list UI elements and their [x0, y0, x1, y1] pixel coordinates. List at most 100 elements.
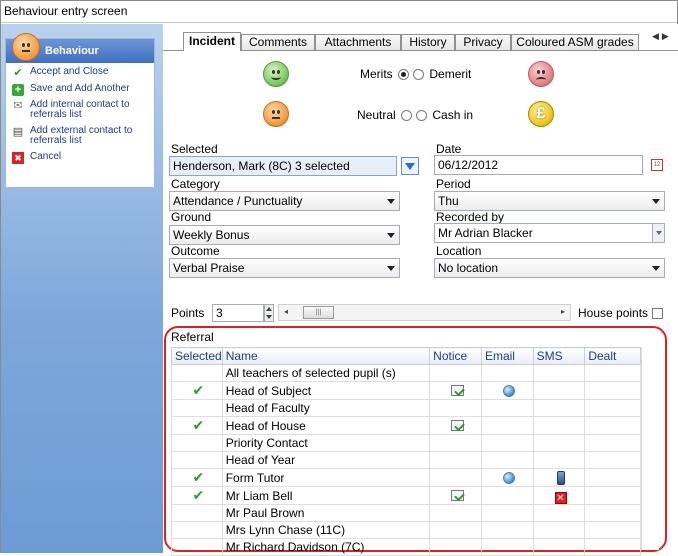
demerit-radio[interactable] [413, 69, 425, 80]
tab-incident[interactable]: Incident [183, 32, 241, 51]
row-selected-cell[interactable]: ✔ [171, 381, 223, 400]
row-selected-cell[interactable] [171, 451, 223, 469]
merits-radio[interactable] [398, 69, 410, 80]
location-select[interactable]: No location [434, 258, 665, 278]
row-email[interactable] [480, 504, 534, 522]
row-sms[interactable] [532, 451, 586, 469]
notice-envelope-icon[interactable] [450, 489, 464, 501]
tab-comments[interactable]: Comments [241, 34, 315, 50]
row-selected-cell[interactable]: ✔ [171, 416, 223, 435]
row-notice[interactable] [429, 521, 482, 539]
row-dealt[interactable] [584, 521, 641, 539]
row-sms[interactable] [532, 504, 586, 522]
row-sms[interactable] [532, 381, 586, 400]
column-header-dealt[interactable]: Dealt [584, 347, 641, 365]
row-notice[interactable] [429, 399, 482, 417]
row-notice[interactable] [429, 364, 482, 382]
ground-select[interactable]: Weekly Bonus [169, 225, 400, 245]
scroll-thumb[interactable]: ||| [303, 306, 334, 319]
row-selected-cell[interactable]: ✔ [171, 468, 223, 487]
row-notice[interactable] [429, 504, 482, 522]
referral-row[interactable]: Head of Year [171, 451, 641, 469]
row-notice[interactable] [429, 381, 482, 400]
sms-failed-icon[interactable]: ✕ [554, 491, 567, 504]
select-pupils-button[interactable] [401, 157, 419, 175]
row-email[interactable] [480, 364, 534, 382]
row-sms[interactable] [532, 434, 586, 452]
row-dealt[interactable] [584, 504, 641, 522]
tab-privacy[interactable]: Privacy [455, 34, 511, 50]
row-dealt[interactable] [584, 381, 641, 400]
row-dealt[interactable] [584, 364, 641, 382]
row-notice[interactable] [429, 416, 482, 435]
row-email[interactable] [480, 468, 534, 487]
row-email[interactable] [480, 434, 534, 452]
cash-in-radio[interactable] [416, 110, 428, 121]
row-sms[interactable]: ✕ [532, 486, 586, 505]
row-selected-cell[interactable] [171, 521, 223, 539]
referral-row[interactable]: Head of Faculty [171, 399, 641, 417]
row-email[interactable] [480, 521, 534, 539]
row-sms[interactable] [532, 399, 586, 417]
tab-coloured-asm-grades[interactable]: Coloured ASM grades [511, 34, 639, 50]
row-sms[interactable] [532, 521, 586, 539]
column-header-sms[interactable]: SMS [532, 347, 586, 365]
calendar-icon[interactable]: 12 [651, 159, 663, 171]
row-selected-cell[interactable] [171, 504, 223, 522]
row-dealt[interactable] [584, 486, 641, 505]
row-notice[interactable] [429, 434, 482, 452]
column-header-email[interactable]: Email [480, 347, 534, 365]
row-dealt[interactable] [584, 451, 641, 469]
notice-envelope-icon[interactable] [450, 384, 464, 396]
scroll-right-icon[interactable]: ▸ [561, 307, 565, 316]
row-email[interactable] [480, 486, 534, 505]
category-select[interactable]: Attendance / Punctuality [169, 191, 400, 211]
points-stepper[interactable] [264, 304, 274, 322]
period-select[interactable]: Thu [434, 191, 665, 211]
tab-scroll-arrows[interactable]: ◀▶ [652, 31, 672, 42]
referral-row[interactable]: All teachers of selected pupil (s) [171, 364, 641, 382]
row-email[interactable] [480, 381, 534, 400]
tab-history[interactable]: History [401, 34, 455, 50]
row-selected-cell[interactable]: ✔ [171, 486, 223, 505]
date-input[interactable]: 06/12/2012 [434, 155, 643, 175]
referral-row[interactable]: ✔ Mr Liam Bell ✕ [171, 486, 641, 505]
row-notice[interactable] [429, 486, 482, 505]
referral-row[interactable]: Priority Contact [171, 434, 641, 452]
row-dealt[interactable] [584, 416, 641, 435]
points-scrollbar[interactable]: ◂ ||| ▸ [278, 304, 571, 321]
points-input[interactable]: 3 [212, 304, 264, 322]
scroll-left-icon[interactable]: ◂ [284, 307, 288, 316]
notice-envelope-icon[interactable] [450, 419, 464, 431]
row-selected-cell[interactable] [171, 434, 223, 452]
row-dealt[interactable] [584, 434, 641, 452]
row-sms[interactable] [532, 416, 586, 435]
column-header-selected[interactable]: Selected [171, 347, 223, 365]
row-selected-cell[interactable] [171, 399, 223, 417]
email-globe-icon[interactable] [502, 384, 515, 397]
outcome-select[interactable]: Verbal Praise [169, 258, 400, 278]
referral-row[interactable]: ✔ Head of Subject [171, 381, 641, 400]
referral-row[interactable]: Mrs Lynn Chase (11C) [171, 521, 641, 539]
row-sms[interactable] [532, 468, 586, 487]
row-notice[interactable] [429, 451, 482, 469]
row-email[interactable] [480, 451, 534, 469]
column-header-name[interactable]: Name [221, 347, 431, 365]
referral-row[interactable]: ✔ Head of House [171, 416, 641, 435]
row-dealt[interactable] [584, 468, 641, 487]
email-globe-icon[interactable] [502, 471, 515, 484]
row-notice[interactable] [429, 468, 482, 487]
recorded-by-select[interactable]: Mr Adrian Blacker [434, 223, 665, 243]
row-sms[interactable] [532, 364, 586, 382]
house-points-checkbox[interactable] [652, 308, 663, 319]
sms-phone-icon[interactable] [556, 470, 565, 485]
row-email[interactable] [480, 399, 534, 417]
row-selected-cell[interactable] [171, 364, 223, 382]
neutral-radio[interactable] [401, 110, 413, 121]
column-header-notice[interactable]: Notice [429, 347, 482, 365]
row-email[interactable] [480, 416, 534, 435]
row-dealt[interactable] [584, 399, 641, 417]
tab-attachments[interactable]: Attachments [315, 34, 401, 50]
referral-row[interactable]: ✔ Form Tutor [171, 468, 641, 487]
referral-row[interactable]: Mr Paul Brown [171, 504, 641, 522]
